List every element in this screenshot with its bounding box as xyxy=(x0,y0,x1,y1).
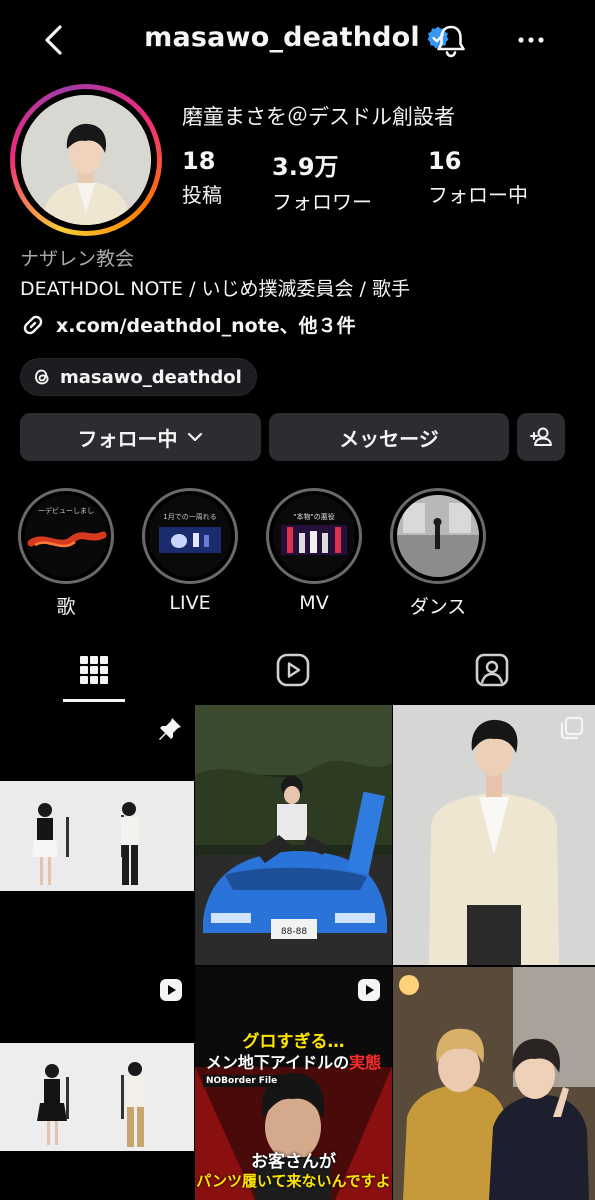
reels-tab-icon[interactable] xyxy=(273,650,313,690)
header-title: masawo_deathdol xyxy=(0,22,595,53)
reel-icon xyxy=(160,979,182,1001)
message-button-label: メッセージ xyxy=(339,426,439,451)
post-subline-text: メン地下アイドルの xyxy=(205,1053,350,1072)
link-icon xyxy=(23,315,43,334)
highlight-cover: 1月での一周れる xyxy=(149,495,231,577)
highlight-label: MV xyxy=(299,592,329,614)
threads-icon xyxy=(35,369,49,385)
posts-count-stat[interactable]: 18 投稿 xyxy=(182,147,222,208)
post-subline: メン地下アイドルの実態 xyxy=(195,1049,392,1073)
post-tile[interactable]: グロすぎる… メン地下アイドルの実態 NOBorder File お客さんが パ… xyxy=(195,967,392,1200)
post-tile[interactable] xyxy=(0,705,194,965)
post-caption-bottom: パンツ履いて来ないんですよ xyxy=(196,1172,391,1190)
post-tile[interactable] xyxy=(393,967,595,1200)
post-tile[interactable] xyxy=(393,705,595,965)
display-name: 磨童まさを＠デスドル創設者 xyxy=(182,105,455,129)
avatar xyxy=(21,95,151,225)
highlight-cover xyxy=(397,495,479,577)
stat-label: フォロー中 xyxy=(428,183,528,207)
carousel-icon xyxy=(560,716,584,740)
highlight-dance[interactable]: ダンス xyxy=(390,488,486,619)
profile-header: masawo_deathdol xyxy=(0,0,595,82)
notification-bell-icon[interactable] xyxy=(432,22,470,60)
highlight-label: 歌 xyxy=(56,596,76,618)
active-tab-indicator xyxy=(63,699,125,702)
post-subline-highlight: 実態 xyxy=(349,1053,382,1072)
highlight-song[interactable]: ーデビューしまし 歌 xyxy=(18,488,114,619)
avatar-photo xyxy=(21,95,151,225)
profile-category: ナザレン教会 xyxy=(20,248,135,270)
followers-count-stat[interactable]: 3.9万 フォロワー xyxy=(272,147,372,215)
highlight-cover-text: 1月での一周れる xyxy=(163,513,216,521)
highlight-mv[interactable]: "本物"の悪役 MV xyxy=(266,488,362,614)
bio-link[interactable]: x.com/deathdol_note、他３件 xyxy=(20,311,356,338)
post-image xyxy=(393,705,595,965)
threads-handle: masawo_deathdol xyxy=(60,366,242,388)
highlight-cover: ーデビューしまし xyxy=(25,495,107,577)
avatar-story-ring[interactable] xyxy=(10,84,162,236)
message-button[interactable]: メッセージ xyxy=(269,413,509,461)
stat-value: 16 xyxy=(428,147,462,175)
chevron-down-icon xyxy=(187,432,202,442)
highlight-live[interactable]: 1月での一周れる LIVE xyxy=(142,488,238,614)
license-plate-text: 88-88 xyxy=(281,927,307,937)
tagged-tab-icon[interactable] xyxy=(472,650,512,690)
threads-badge[interactable]: masawo_deathdol xyxy=(20,358,257,396)
post-image xyxy=(393,967,595,1200)
more-options-icon[interactable] xyxy=(514,25,548,55)
suggested-users-button[interactable] xyxy=(517,413,565,461)
pinned-icon xyxy=(159,718,181,740)
stat-label: 投稿 xyxy=(182,183,222,207)
highlight-label: LIVE xyxy=(169,592,211,614)
profile-tabs xyxy=(0,640,595,704)
post-brand: NOBorder File xyxy=(203,1075,281,1087)
highlight-label: ダンス xyxy=(409,596,467,618)
highlight-cover: "本物"の悪役 xyxy=(273,495,355,577)
reel-icon xyxy=(358,979,380,1001)
bio-text: DEATHDOL NOTE / いじめ撲滅委員会 / 歌手 xyxy=(20,278,411,300)
following-button[interactable]: フォロー中 xyxy=(20,413,261,461)
post-tile[interactable] xyxy=(0,967,194,1200)
post-image: 88-88 xyxy=(195,705,392,965)
post-tile[interactable]: 88-88 xyxy=(195,705,392,965)
highlight-cover-text: "本物"の悪役 xyxy=(293,512,334,521)
highlight-cover-text: ーデビューしまし xyxy=(38,506,94,515)
following-count-stat[interactable]: 16 フォロー中 xyxy=(428,147,528,208)
stat-value: 3.9万 xyxy=(272,153,339,181)
stat-value: 18 xyxy=(182,147,216,175)
username: masawo_deathdol xyxy=(144,22,420,53)
bio-link-text: x.com/deathdol_note、他３件 xyxy=(56,315,356,337)
post-image xyxy=(0,705,194,965)
post-caption-top: お客さんが xyxy=(251,1152,336,1172)
grid-tab-icon[interactable] xyxy=(74,650,114,690)
stat-label: フォロワー xyxy=(272,190,372,214)
add-person-icon xyxy=(530,427,552,446)
following-button-label: フォロー中 xyxy=(77,426,178,451)
